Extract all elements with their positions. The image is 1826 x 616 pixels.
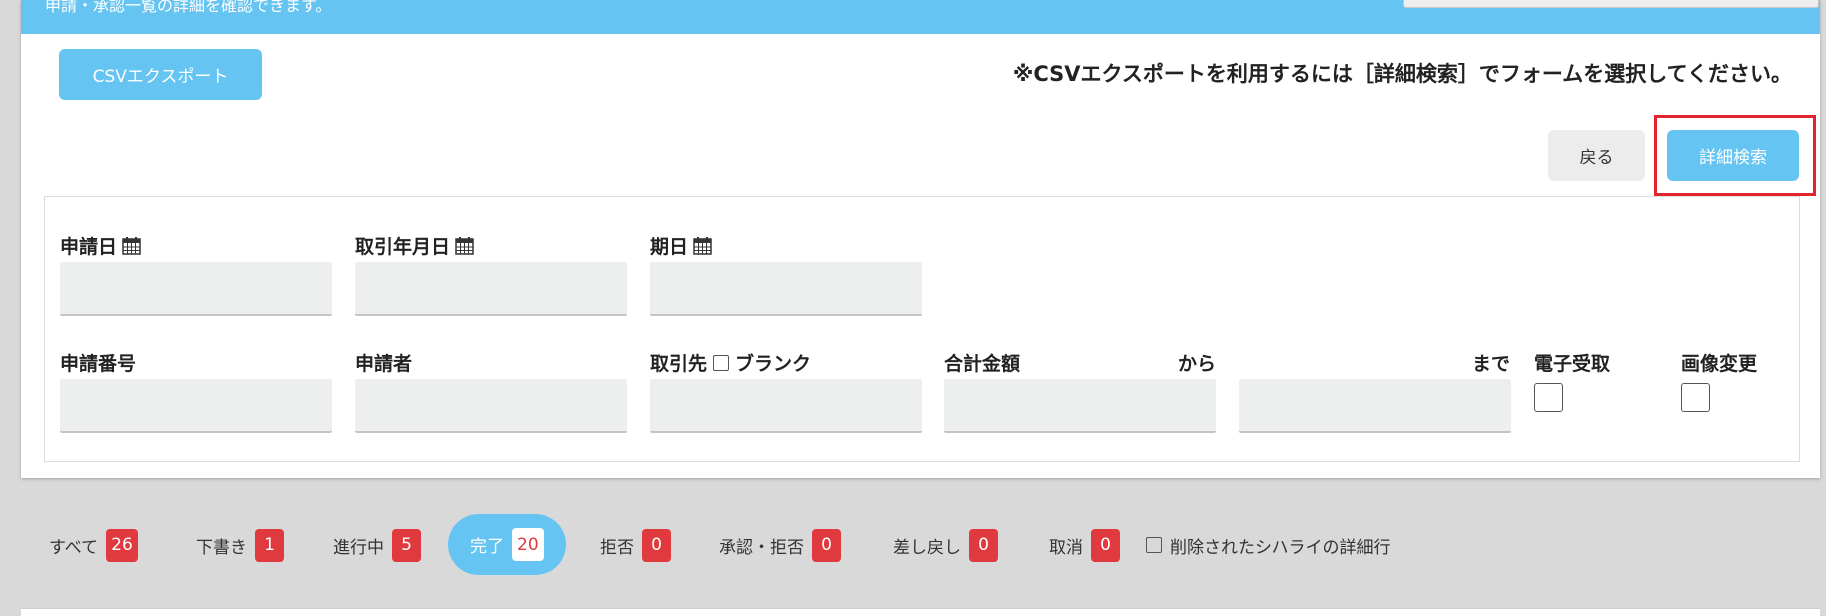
tab-completed[interactable]: 完了 20 xyxy=(448,514,566,575)
tab-approve-reject[interactable]: 承認・拒否 0 xyxy=(719,525,841,565)
count-badge: 5 xyxy=(392,528,421,562)
blank-checkbox[interactable] xyxy=(713,354,730,371)
image-change-checkbox[interactable] xyxy=(1681,383,1710,412)
calendar-icon[interactable] xyxy=(122,236,141,255)
deleted-rows-label: 削除されたシハライの詳細行 xyxy=(1170,537,1391,558)
tab-draft[interactable]: 下書き 1 xyxy=(196,525,284,565)
tab-label: 下書き xyxy=(196,537,247,558)
tab-label: 差し戻し xyxy=(893,537,961,558)
csv-export-note: ※CSVエクスポートを利用するには［詳細検索］でフォームを選択してください。 xyxy=(1012,62,1792,86)
tab-all[interactable]: すべて 26 xyxy=(49,525,138,565)
application-number-input[interactable] xyxy=(60,379,332,433)
electronic-receipt-label: 電子受取 xyxy=(1534,353,1611,375)
due-date-label-text: 期日 xyxy=(650,236,689,258)
count-badge: 0 xyxy=(969,528,998,562)
calendar-icon[interactable] xyxy=(693,236,712,255)
tab-label: 拒否 xyxy=(600,537,634,558)
applicant-label: 申請者 xyxy=(355,353,413,375)
tab-returned[interactable]: 差し戻し 0 xyxy=(893,525,998,565)
count-badge: 1 xyxy=(255,528,284,562)
page-banner: 申請・承認一覧の詳細を確認できます。 xyxy=(21,0,1820,34)
tab-cancelled[interactable]: 取消 0 xyxy=(1049,525,1120,565)
tab-label: 承認・拒否 xyxy=(719,537,804,558)
tab-in-progress[interactable]: 進行中 5 xyxy=(333,525,421,565)
total-amount-label: 合計金額 xyxy=(944,353,1021,375)
csv-export-button[interactable]: CSVエクスポート xyxy=(59,49,262,100)
count-badge: 0 xyxy=(812,528,841,562)
amount-to-input[interactable] xyxy=(1239,379,1511,433)
blank-label: ブランク xyxy=(735,353,812,375)
application-date-input[interactable] xyxy=(60,262,332,316)
vendor-label-text: 取引先 xyxy=(650,353,708,375)
highlight-annotation xyxy=(1654,115,1816,196)
count-badge: 0 xyxy=(1091,528,1120,562)
vendor-input[interactable] xyxy=(650,379,922,433)
amount-from-label: から xyxy=(1178,353,1217,375)
due-date-label: 期日 xyxy=(650,232,712,259)
back-button[interactable]: 戻る xyxy=(1548,130,1645,181)
tab-label: 取消 xyxy=(1049,537,1083,558)
amount-to-label: まで xyxy=(1472,353,1511,375)
tab-label: 進行中 xyxy=(333,537,384,558)
transaction-date-input[interactable] xyxy=(355,262,627,316)
transaction-date-label-text: 取引年月日 xyxy=(355,236,451,258)
application-number-label: 申請番号 xyxy=(60,353,137,375)
calendar-icon[interactable] xyxy=(455,236,474,255)
electronic-receipt-checkbox[interactable] xyxy=(1534,383,1563,412)
count-badge: 20 xyxy=(512,528,544,561)
image-change-label: 画像変更 xyxy=(1681,353,1758,375)
count-badge: 0 xyxy=(642,528,671,562)
application-date-label: 申請日 xyxy=(60,232,141,259)
amount-from-input[interactable] xyxy=(944,379,1216,433)
tab-label: 完了 xyxy=(470,537,504,557)
deleted-rows-checkbox[interactable] xyxy=(1146,537,1162,553)
banner-input[interactable] xyxy=(1403,0,1819,8)
applicant-input[interactable] xyxy=(355,379,627,433)
vendor-label: 取引先 ブランク xyxy=(650,349,811,376)
page-description: 申請・承認一覧の詳細を確認できます。 xyxy=(45,0,332,15)
transaction-date-label: 取引年月日 xyxy=(355,232,474,259)
application-date-label-text: 申請日 xyxy=(60,236,118,258)
due-date-input[interactable] xyxy=(650,262,922,316)
tab-label: すべて xyxy=(49,537,99,558)
deleted-rows-option[interactable]: 削除されたシハライの詳細行 xyxy=(1146,525,1391,565)
tab-rejected[interactable]: 拒否 0 xyxy=(600,525,671,565)
results-panel xyxy=(21,608,1820,616)
count-badge: 26 xyxy=(106,528,138,562)
